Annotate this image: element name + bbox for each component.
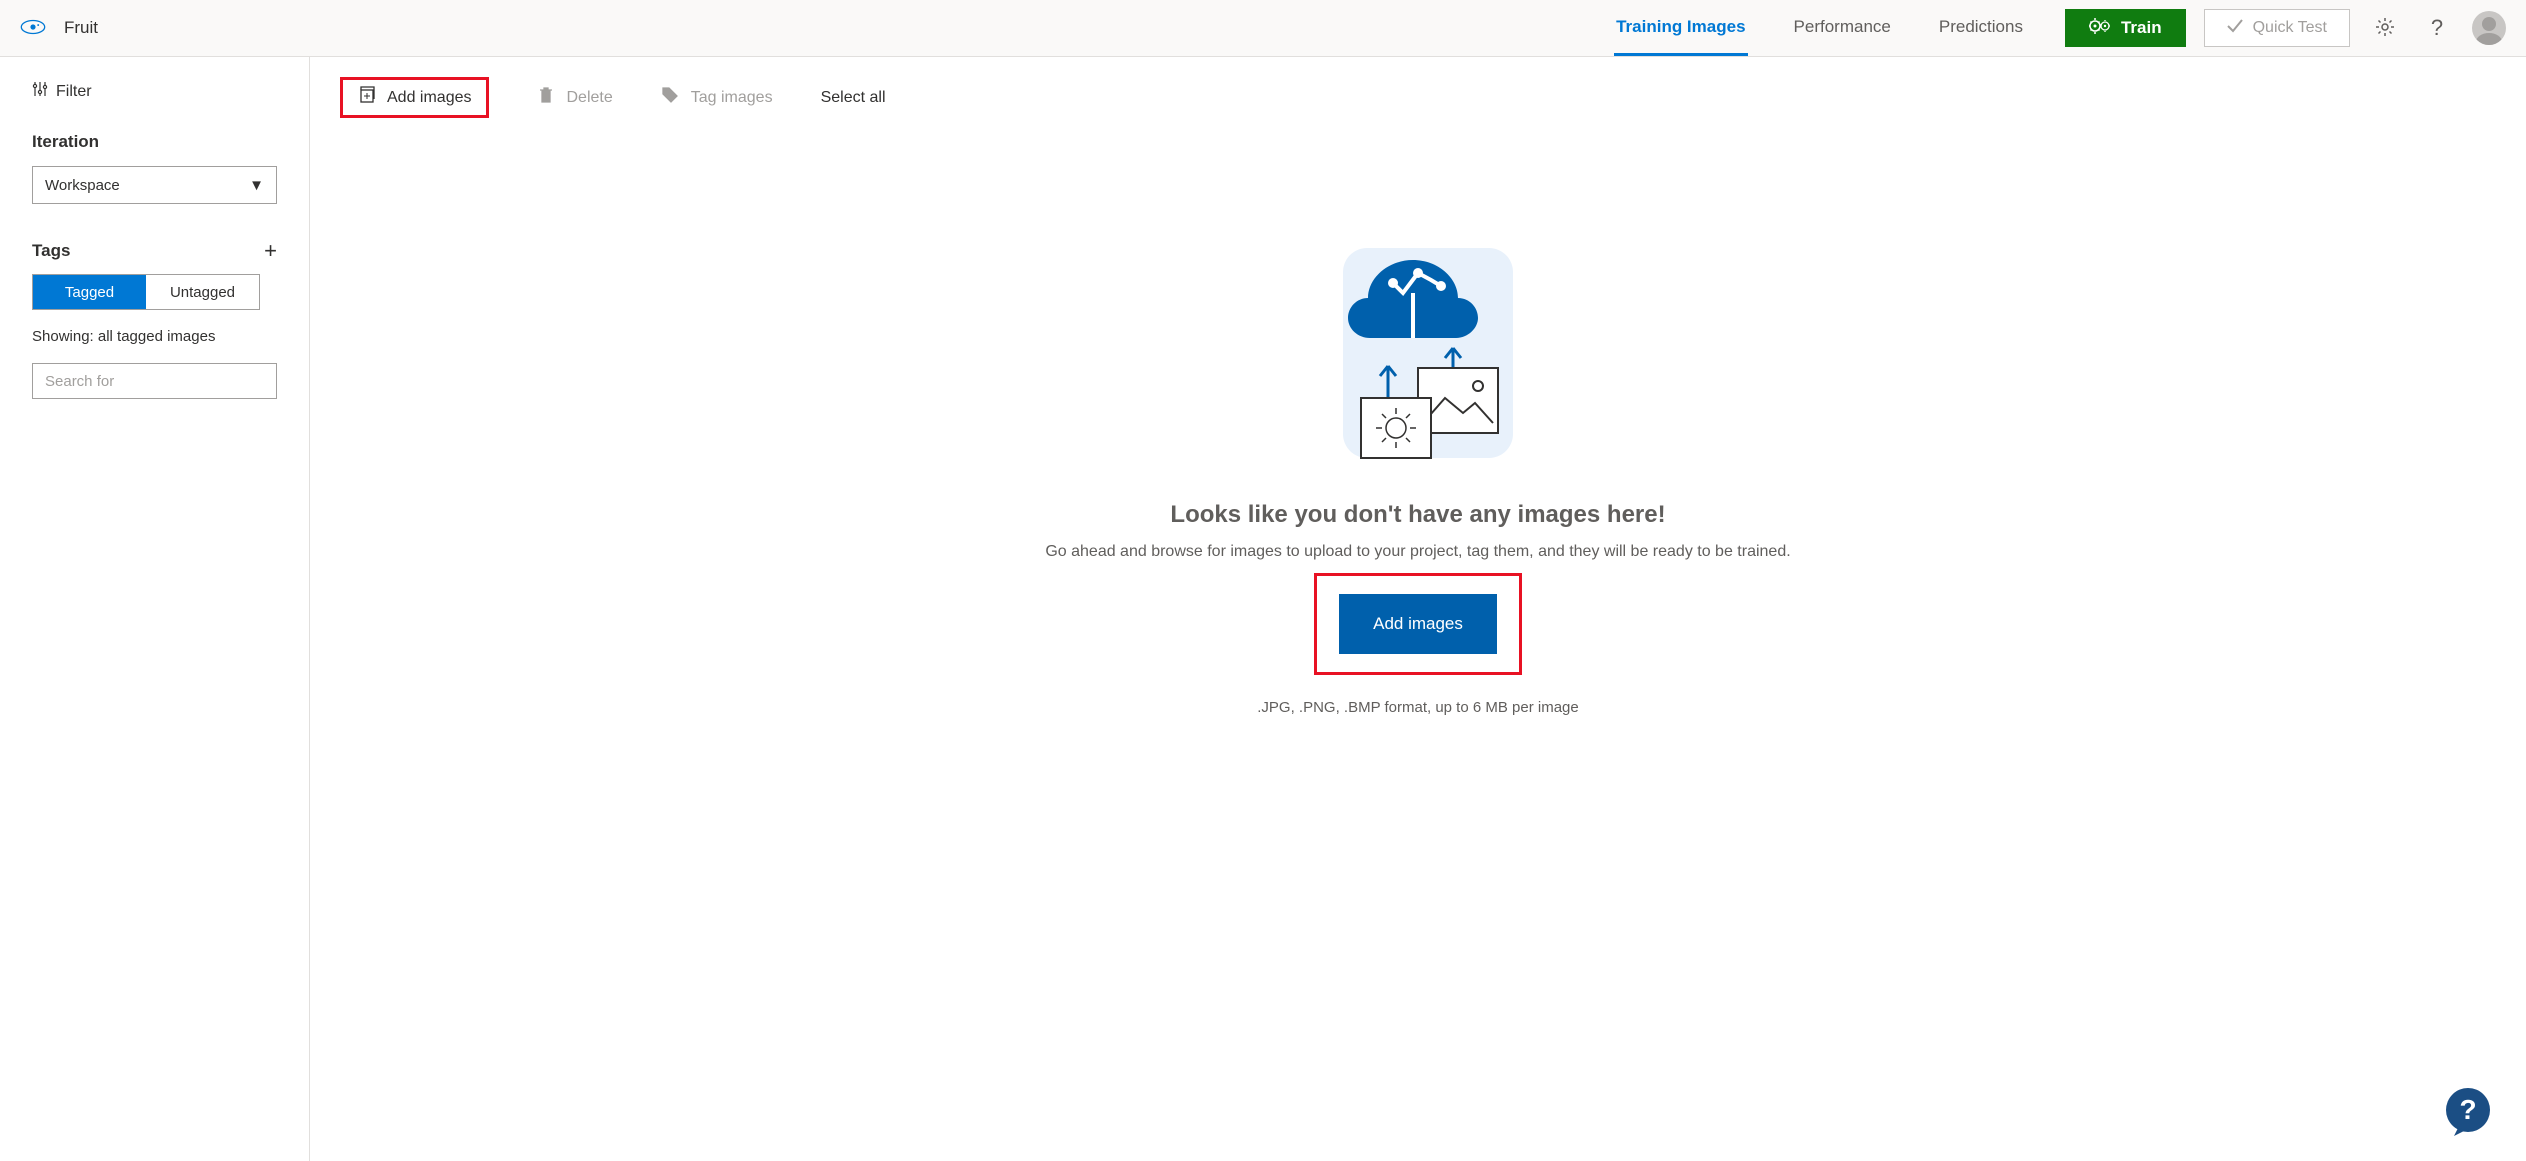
settings-button[interactable] xyxy=(2368,11,2402,45)
showing-text: Showing: all tagged images xyxy=(32,328,277,345)
help-bubble-icon: ? xyxy=(2440,1084,2496,1143)
add-images-center-button[interactable]: Add images xyxy=(1339,594,1497,654)
tags-label: Tags xyxy=(32,241,70,261)
gears-icon xyxy=(2089,17,2111,40)
tag-icon xyxy=(661,86,679,109)
tag-filter-toggle: Tagged Untagged xyxy=(32,274,260,310)
tab-predictions[interactable]: Predictions xyxy=(1937,0,2025,56)
train-button[interactable]: Train xyxy=(2065,9,2186,47)
custom-vision-logo-icon xyxy=(20,18,46,39)
help-button[interactable]: ? xyxy=(2420,11,2454,45)
header: Fruit Training Images Performance Predic… xyxy=(0,0,2526,57)
header-left: Fruit xyxy=(20,18,98,39)
select-all-button[interactable]: Select all xyxy=(821,89,886,107)
select-all-label: Select all xyxy=(821,89,886,107)
tag-images-button: Tag images xyxy=(661,86,773,109)
add-tag-button[interactable]: + xyxy=(264,240,277,262)
add-images-highlight: Add images xyxy=(340,77,489,118)
train-button-label: Train xyxy=(2121,18,2162,38)
sliders-icon xyxy=(32,81,48,102)
quick-test-button[interactable]: Quick Test xyxy=(2204,9,2350,47)
add-images-center-highlight: Add images xyxy=(1314,573,1522,675)
add-images-button[interactable]: Add images xyxy=(357,86,472,109)
question-icon: ? xyxy=(2431,15,2443,41)
empty-description: Go ahead and browse for images to upload… xyxy=(1045,543,1790,561)
add-images-label: Add images xyxy=(387,89,472,107)
toggle-tagged[interactable]: Tagged xyxy=(33,275,146,309)
empty-hint: .JPG, .PNG, .BMP format, up to 6 MB per … xyxy=(1257,699,1579,716)
empty-state: Looks like you don't have any images her… xyxy=(310,138,2526,716)
tab-performance[interactable]: Performance xyxy=(1792,0,1893,56)
project-name: Fruit xyxy=(64,18,98,38)
delete-button: Delete xyxy=(537,86,613,109)
user-avatar[interactable] xyxy=(2472,11,2506,45)
gear-icon xyxy=(2375,17,2395,40)
toggle-untagged[interactable]: Untagged xyxy=(146,275,259,309)
tags-header: Tags + xyxy=(32,240,277,262)
body: Filter Iteration Workspace ▼ Tags + Tagg… xyxy=(0,57,2526,1161)
chevron-down-icon: ▼ xyxy=(249,177,264,194)
check-icon xyxy=(2227,19,2243,38)
delete-label: Delete xyxy=(567,89,613,107)
iteration-selected: Workspace xyxy=(45,177,120,194)
filter-row[interactable]: Filter xyxy=(32,81,277,102)
quick-test-button-label: Quick Test xyxy=(2253,19,2327,37)
sidebar: Filter Iteration Workspace ▼ Tags + Tagg… xyxy=(0,57,310,1161)
iteration-select[interactable]: Workspace ▼ xyxy=(32,166,277,204)
iteration-label: Iteration xyxy=(32,132,277,152)
filter-label: Filter xyxy=(56,83,92,101)
header-actions: Train Quick Test ? xyxy=(2065,9,2506,47)
tag-search-input[interactable] xyxy=(45,373,264,390)
main: Add images Delete Tag images xyxy=(310,57,2526,1161)
empty-title: Looks like you don't have any images her… xyxy=(1170,501,1665,529)
upload-illustration-icon xyxy=(1313,238,1523,471)
toolbar: Add images Delete Tag images xyxy=(310,57,2526,138)
add-image-icon xyxy=(357,86,375,109)
tag-images-label: Tag images xyxy=(691,89,773,107)
header-nav: Training Images Performance Predictions xyxy=(1614,0,2025,56)
trash-icon xyxy=(537,86,555,109)
floating-help-button[interactable]: ? xyxy=(2440,1085,2496,1141)
svg-text:?: ? xyxy=(2459,1094,2476,1125)
tag-search-box[interactable] xyxy=(32,363,277,399)
tab-training-images[interactable]: Training Images xyxy=(1614,0,1747,56)
